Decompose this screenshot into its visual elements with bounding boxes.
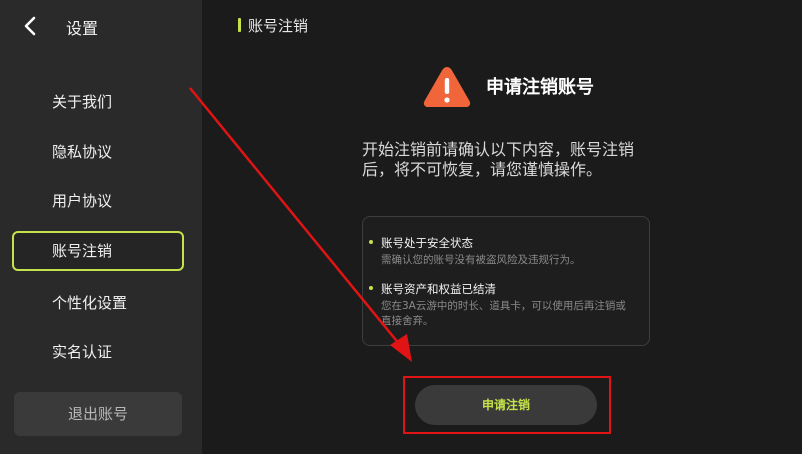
conditions-card: 账号处于安全状态 需确认您的账号没有被盗风险及违规行为。 账号资产和权益已结清 …: [362, 216, 650, 346]
page-title: 申请注销账号: [486, 77, 594, 98]
sidebar-item-real-name-auth[interactable]: 实名认证: [12, 332, 184, 372]
logout-button[interactable]: 退出账号: [14, 392, 182, 436]
sidebar: 设置 关于我们 隐私协议 用户协议 账号注销 个性化设置 实名认证 退出账号: [0, 0, 202, 454]
back-arrow-icon[interactable]: [22, 14, 40, 38]
header-accent-bar: [238, 18, 241, 32]
bullet-dot: [369, 240, 373, 244]
condition-title: 账号处于安全状态: [369, 235, 473, 251]
page-header-title: 账号注销: [248, 17, 309, 35]
highlight-box: [403, 376, 611, 434]
sidebar-item-user-agreement[interactable]: 用户协议: [12, 181, 184, 221]
sidebar-item-account-cancellation[interactable]: 账号注销: [12, 231, 184, 271]
condition-title: 账号资产和权益已结清: [369, 281, 496, 297]
bullet-dot: [369, 286, 373, 290]
condition-title-text: 账号处于安全状态: [381, 236, 473, 250]
sidebar-item-personalization[interactable]: 个性化设置: [12, 283, 184, 323]
condition-desc: 需确认您的账号没有被盗风险及违规行为。: [381, 254, 581, 266]
sidebar-item-privacy-policy[interactable]: 隐私协议: [12, 132, 184, 172]
main-panel: 账号注销 申请注销账号 开始注销前请确认以下内容，账号注销后，将不可恢复，请您谨…: [202, 0, 802, 454]
condition-title-text: 账号资产和权益已结清: [381, 282, 496, 296]
cancellation-notice: 开始注销前请确认以下内容，账号注销后，将不可恢复，请您谨慎操作。: [362, 140, 635, 179]
sidebar-title: 设置: [66, 19, 99, 38]
sidebar-item-about-us[interactable]: 关于我们: [12, 82, 184, 122]
warning-icon: [423, 67, 471, 107]
condition-desc: 您在3A云游中的时长、道具卡，可以使用后再注销或直接舍弃。: [381, 300, 626, 327]
